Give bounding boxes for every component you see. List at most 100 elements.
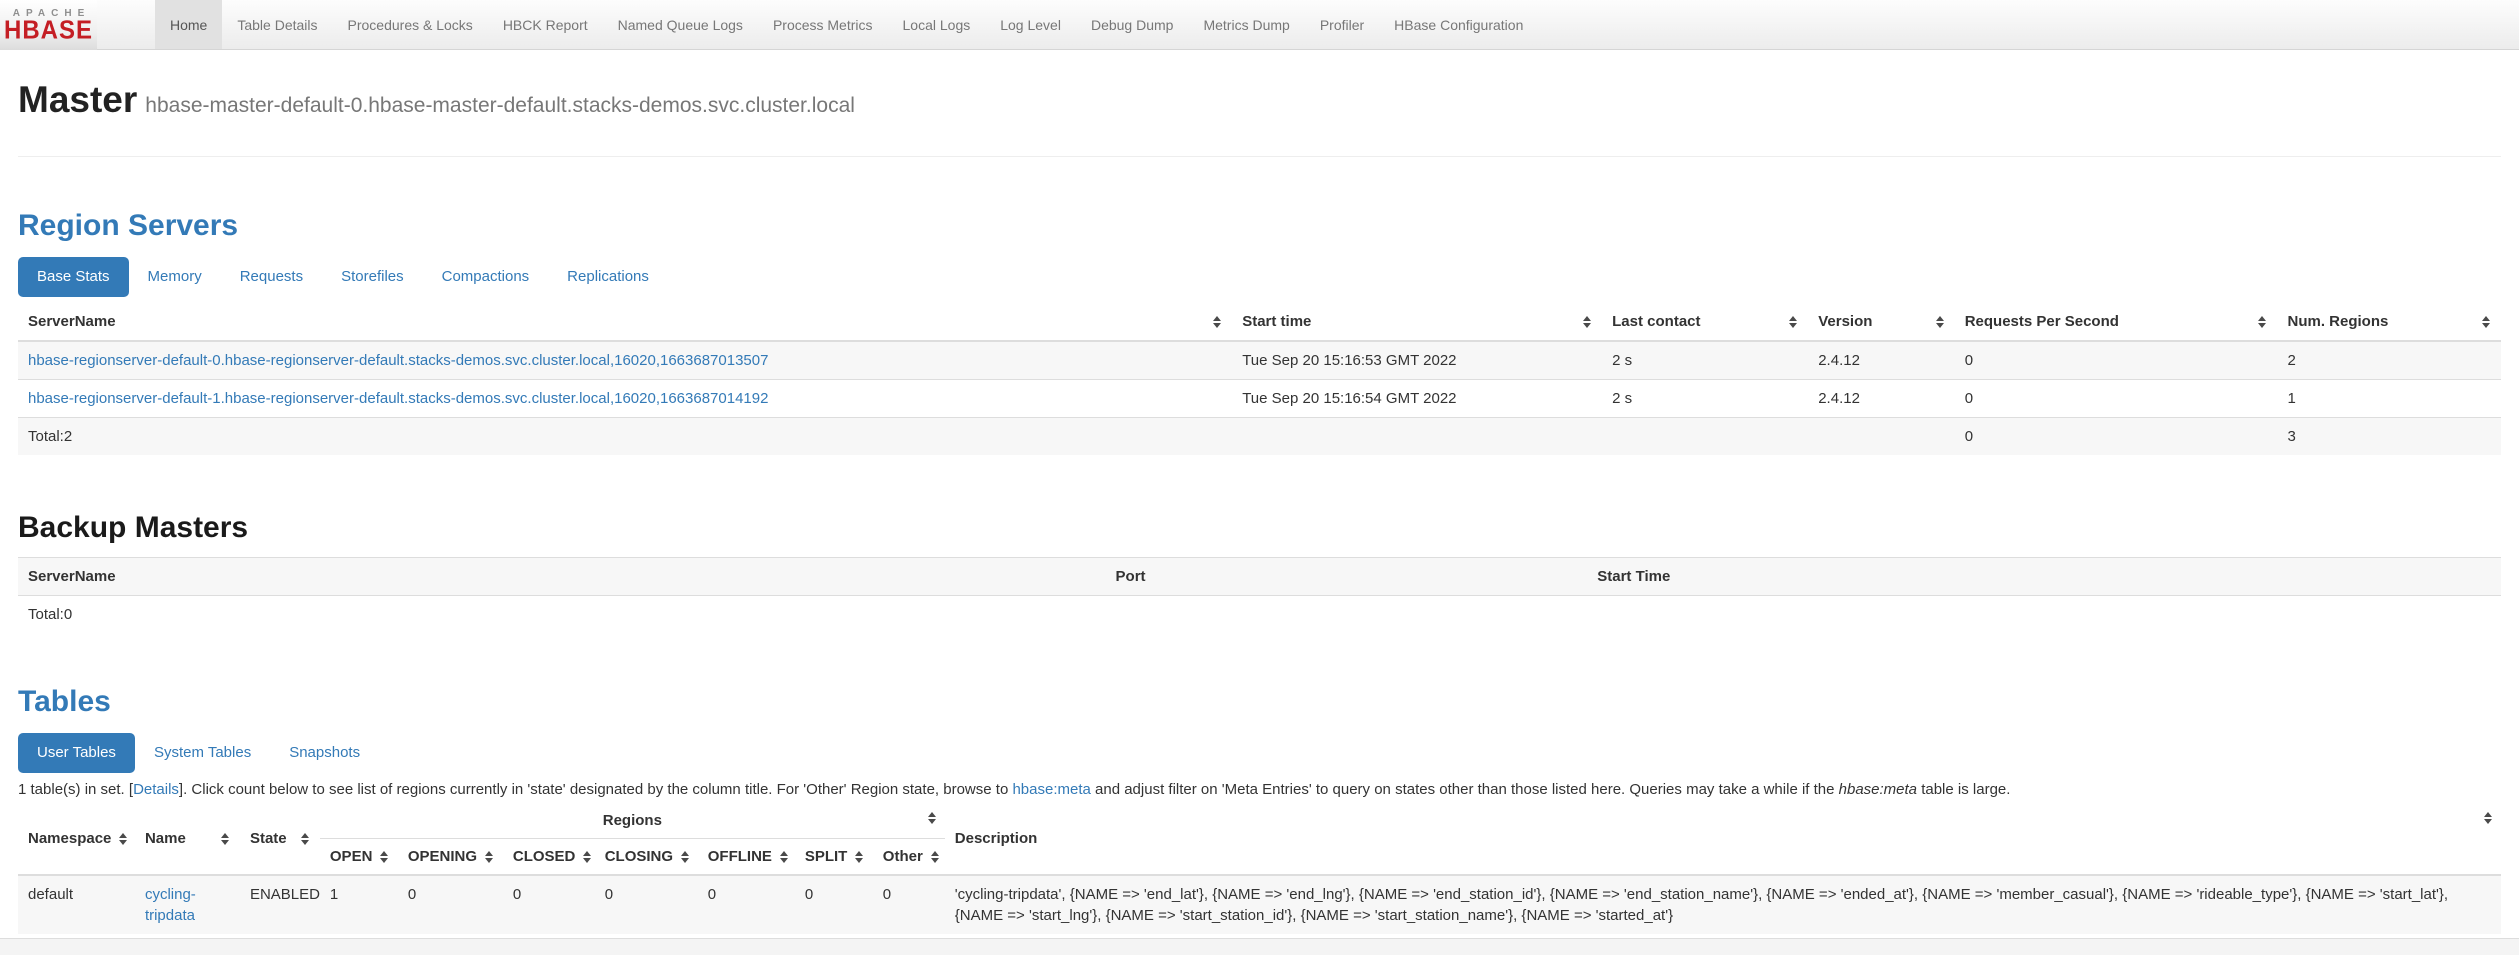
- column-header-requests-per-second[interactable]: Requests Per Second: [1955, 303, 2278, 341]
- tab-system-tables[interactable]: System Tables: [135, 733, 270, 773]
- split-count[interactable]: 0: [805, 886, 813, 903]
- sort-icon[interactable]: [1789, 316, 1798, 328]
- sort-icon[interactable]: [1213, 316, 1222, 328]
- column-header-version[interactable]: Version: [1808, 303, 1954, 341]
- regionserver-link[interactable]: hbase-regionserver-default-0.hbase-regio…: [28, 352, 768, 369]
- sort-icon[interactable]: [681, 851, 690, 863]
- tab-user-tables[interactable]: User Tables: [18, 733, 135, 773]
- nav-item-local-logs[interactable]: Local Logs: [888, 0, 986, 49]
- table-row: hbase-regionserver-default-0.hbase-regio…: [18, 341, 2501, 380]
- column-header-regions-group[interactable]: Regions: [320, 803, 945, 839]
- column-header-start-time[interactable]: Start time: [1232, 303, 1602, 341]
- sort-icon[interactable]: [119, 833, 128, 845]
- tables-note: 1 table(s) in set. [Details]. Click coun…: [18, 781, 2501, 799]
- backup-masters-header-row: ServerName Port Start Time: [18, 558, 2501, 596]
- hbase-meta-italic: hbase:meta: [1839, 781, 1917, 798]
- regionserver-link[interactable]: hbase-regionserver-default-1.hbase-regio…: [28, 390, 768, 407]
- sort-icon[interactable]: [931, 851, 940, 863]
- user-tables-table: Namespace Name State Regions Description…: [18, 803, 2501, 934]
- tab-memory[interactable]: Memory: [129, 257, 221, 297]
- backup-masters-total-row: Total:0: [18, 596, 2501, 634]
- tab-replications[interactable]: Replications: [548, 257, 668, 297]
- region-servers-heading: Region Servers: [18, 209, 2501, 243]
- open-count[interactable]: 1: [330, 886, 338, 903]
- last-contact-cell: 2 s: [1602, 341, 1808, 380]
- backup-masters-heading: Backup Masters: [18, 511, 2501, 545]
- tab-storefiles[interactable]: Storefiles: [322, 257, 423, 297]
- tab-snapshots[interactable]: Snapshots: [270, 733, 379, 773]
- nav-item-metrics-dump[interactable]: Metrics Dump: [1188, 0, 1304, 49]
- sort-icon[interactable]: [583, 851, 592, 863]
- column-header-closing[interactable]: CLOSING: [595, 839, 698, 876]
- description-cell: 'cycling-tripdata', {NAME => 'end_lat'},…: [945, 875, 2501, 934]
- sort-icon[interactable]: [780, 851, 789, 863]
- nav-item-procedures-locks[interactable]: Procedures & Locks: [333, 0, 488, 49]
- sort-icon[interactable]: [485, 851, 494, 863]
- tables-heading: Tables: [18, 685, 2501, 719]
- hbase-logo[interactable]: APACHE HBASE: [0, 0, 97, 50]
- offline-count[interactable]: 0: [708, 886, 716, 903]
- closed-count[interactable]: 0: [513, 886, 521, 903]
- nav-item-hbase-configuration[interactable]: HBase Configuration: [1379, 0, 1538, 49]
- master-hostname: hbase-master-default-0.hbase-master-defa…: [145, 94, 855, 117]
- closing-count[interactable]: 0: [605, 886, 613, 903]
- column-header-state[interactable]: State: [240, 803, 320, 875]
- sort-icon[interactable]: [1936, 316, 1945, 328]
- column-header-last-contact[interactable]: Last contact: [1602, 303, 1808, 341]
- column-header-name[interactable]: Name: [135, 803, 240, 875]
- logo-hbase-text: HBASE: [4, 18, 93, 44]
- details-link[interactable]: Details: [133, 781, 179, 798]
- nav-item-log-level[interactable]: Log Level: [985, 0, 1076, 49]
- column-header-opening[interactable]: OPENING: [398, 839, 503, 876]
- other-count[interactable]: 0: [883, 886, 891, 903]
- column-header-closed[interactable]: CLOSED: [503, 839, 595, 876]
- column-header-port: Port: [1106, 558, 1588, 596]
- sort-icon[interactable]: [1583, 316, 1592, 328]
- page-title: Master hbase-master-default-0.hbase-maste…: [18, 80, 2501, 126]
- table-row: hbase-regionserver-default-1.hbase-regio…: [18, 380, 2501, 418]
- start-time-cell: Tue Sep 20 15:16:54 GMT 2022: [1232, 380, 1602, 418]
- column-header-split[interactable]: SPLIT: [795, 839, 873, 876]
- nav-item-process-metrics[interactable]: Process Metrics: [758, 0, 888, 49]
- column-header-other[interactable]: Other: [873, 839, 945, 876]
- column-header-offline[interactable]: OFFLINE: [698, 839, 795, 876]
- column-header-namespace[interactable]: Namespace: [18, 803, 135, 875]
- column-header-open[interactable]: OPEN: [320, 839, 398, 876]
- column-header-num-regions[interactable]: Num. Regions: [2277, 303, 2501, 341]
- horizontal-scrollbar[interactable]: [0, 938, 2519, 955]
- sort-icon[interactable]: [2484, 812, 2493, 824]
- user-table-link[interactable]: cycling-tripdata: [145, 886, 196, 924]
- column-header-description[interactable]: Description: [945, 803, 2501, 875]
- sort-icon[interactable]: [928, 812, 937, 824]
- num-regions-cell: 1: [2277, 380, 2501, 418]
- state-cell: ENABLED: [240, 875, 320, 934]
- nav-item-named-queue-logs[interactable]: Named Queue Logs: [603, 0, 758, 49]
- nav-item-debug-dump[interactable]: Debug Dump: [1076, 0, 1189, 49]
- table-row: default cycling-tripdata ENABLED 1 0 0 0…: [18, 875, 2501, 934]
- top-navbar: APACHE HBASE Home Table Details Procedur…: [0, 0, 2519, 50]
- sort-icon[interactable]: [2258, 316, 2267, 328]
- page-title-text: Master: [18, 79, 137, 120]
- nav-item-home[interactable]: Home: [155, 0, 222, 49]
- column-header-servername[interactable]: ServerName: [18, 303, 1232, 341]
- sort-icon[interactable]: [2482, 316, 2491, 328]
- sort-icon[interactable]: [855, 851, 864, 863]
- version-cell: 2.4.12: [1808, 380, 1954, 418]
- section-divider: [18, 156, 2501, 157]
- nav-item-hbck-report[interactable]: HBCK Report: [488, 0, 603, 49]
- nav-item-table-details[interactable]: Table Details: [222, 0, 332, 49]
- sort-icon[interactable]: [380, 851, 389, 863]
- version-cell: 2.4.12: [1808, 341, 1954, 380]
- namespace-cell: default: [18, 875, 135, 934]
- num-regions-cell: 2: [2277, 341, 2501, 380]
- opening-count[interactable]: 0: [408, 886, 416, 903]
- last-contact-cell: 2 s: [1602, 380, 1808, 418]
- tab-base-stats[interactable]: Base Stats: [18, 257, 129, 297]
- nav-item-profiler[interactable]: Profiler: [1305, 0, 1379, 49]
- tab-requests[interactable]: Requests: [221, 257, 322, 297]
- sort-icon[interactable]: [301, 833, 310, 845]
- region-servers-header-row: ServerName Start time Last contact Versi…: [18, 303, 2501, 341]
- tab-compactions[interactable]: Compactions: [423, 257, 549, 297]
- sort-icon[interactable]: [221, 833, 230, 845]
- hbase-meta-link[interactable]: hbase:meta: [1012, 781, 1090, 798]
